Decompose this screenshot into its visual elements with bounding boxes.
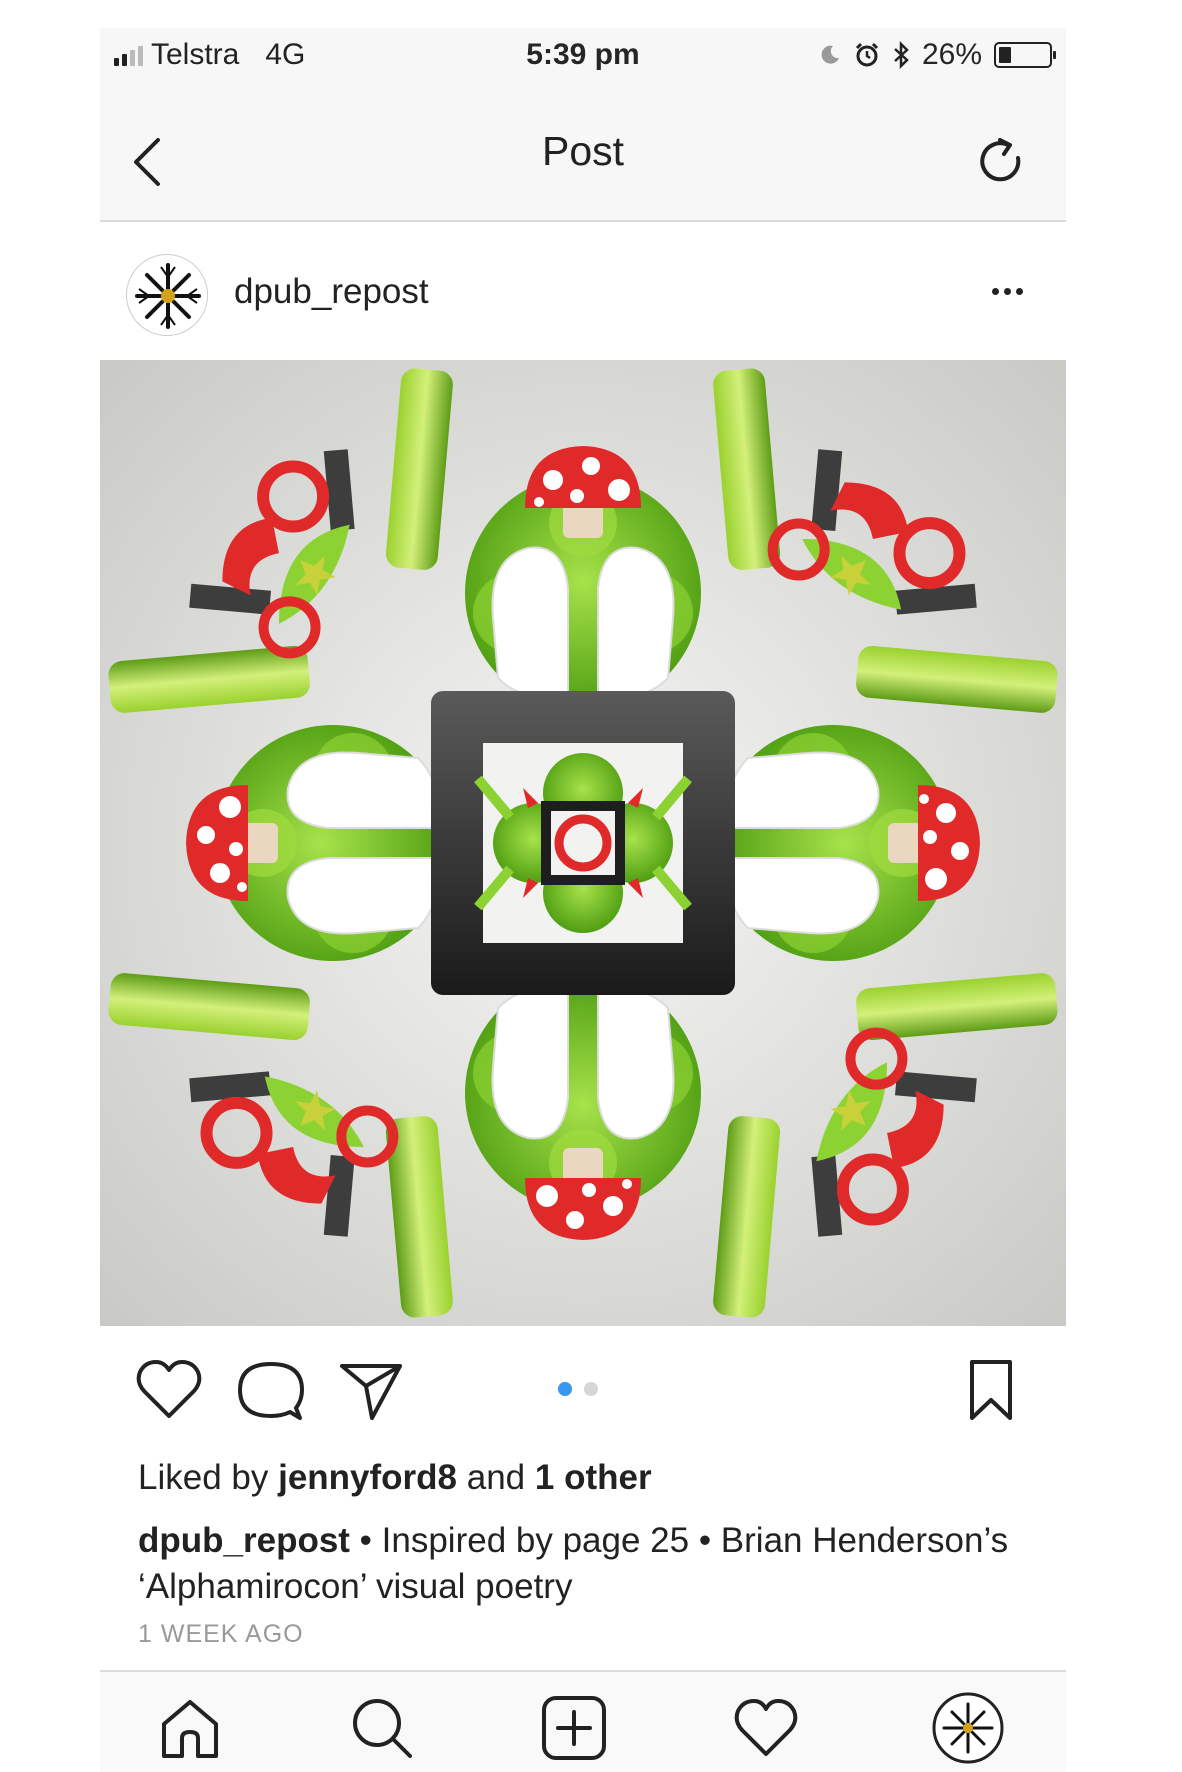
carousel-dot (584, 1382, 598, 1396)
battery-fill (999, 47, 1012, 63)
battery-icon (994, 42, 1056, 68)
comment-icon[interactable] (236, 1358, 306, 1422)
add-icon[interactable] (536, 1690, 612, 1766)
nav-header: Post (100, 80, 1066, 222)
search-icon[interactable] (344, 1690, 420, 1766)
alarm-icon (855, 42, 879, 67)
likes-middle: and (457, 1458, 535, 1497)
liker-username[interactable]: jennyford8 (278, 1458, 457, 1497)
bluetooth-icon (894, 41, 909, 69)
carousel-indicator (558, 1382, 598, 1396)
refresh-icon[interactable] (974, 134, 1030, 190)
likes-line: Liked by jennyford8 and 1 other (138, 1458, 652, 1498)
ellipsis-icon[interactable] (992, 276, 1032, 306)
kaleidoscope-image (100, 360, 1066, 1326)
moon-icon (821, 45, 839, 64)
page-title: Post (541, 128, 625, 174)
post-image[interactable] (100, 360, 1066, 1326)
post-header: dpub_repost (100, 224, 1066, 360)
heart-icon[interactable] (134, 1358, 204, 1422)
battery-percent: 26% (921, 38, 982, 71)
status-right: 26% (818, 38, 1056, 72)
bookmark-icon[interactable] (966, 1358, 1016, 1422)
post-caption: dpub_repost • Inspired by page 25 • Bria… (138, 1518, 1038, 1610)
share-icon[interactable] (336, 1358, 406, 1422)
post-username[interactable]: dpub_repost (234, 272, 429, 312)
avatar-logo-icon (135, 263, 201, 329)
likes-prefix: Liked by (138, 1458, 279, 1497)
caption-username[interactable]: dpub_repost (138, 1521, 350, 1560)
avatar[interactable] (126, 254, 208, 336)
activity-icon[interactable] (728, 1690, 804, 1766)
home-icon[interactable] (152, 1690, 228, 1766)
tab-bar (100, 1670, 1066, 1772)
instagram-post-screen: Telstra 4G 5:39 pm 26% Post dpub_repost … (100, 28, 1066, 1772)
post-actions (100, 1326, 1066, 1446)
likes-others[interactable]: 1 other (535, 1458, 652, 1497)
carousel-dot-active (558, 1382, 572, 1396)
profile-icon[interactable] (930, 1690, 1006, 1766)
post-timestamp: 1 WEEK AGO (138, 1620, 304, 1648)
status-bar: Telstra 4G 5:39 pm 26% (100, 28, 1066, 80)
